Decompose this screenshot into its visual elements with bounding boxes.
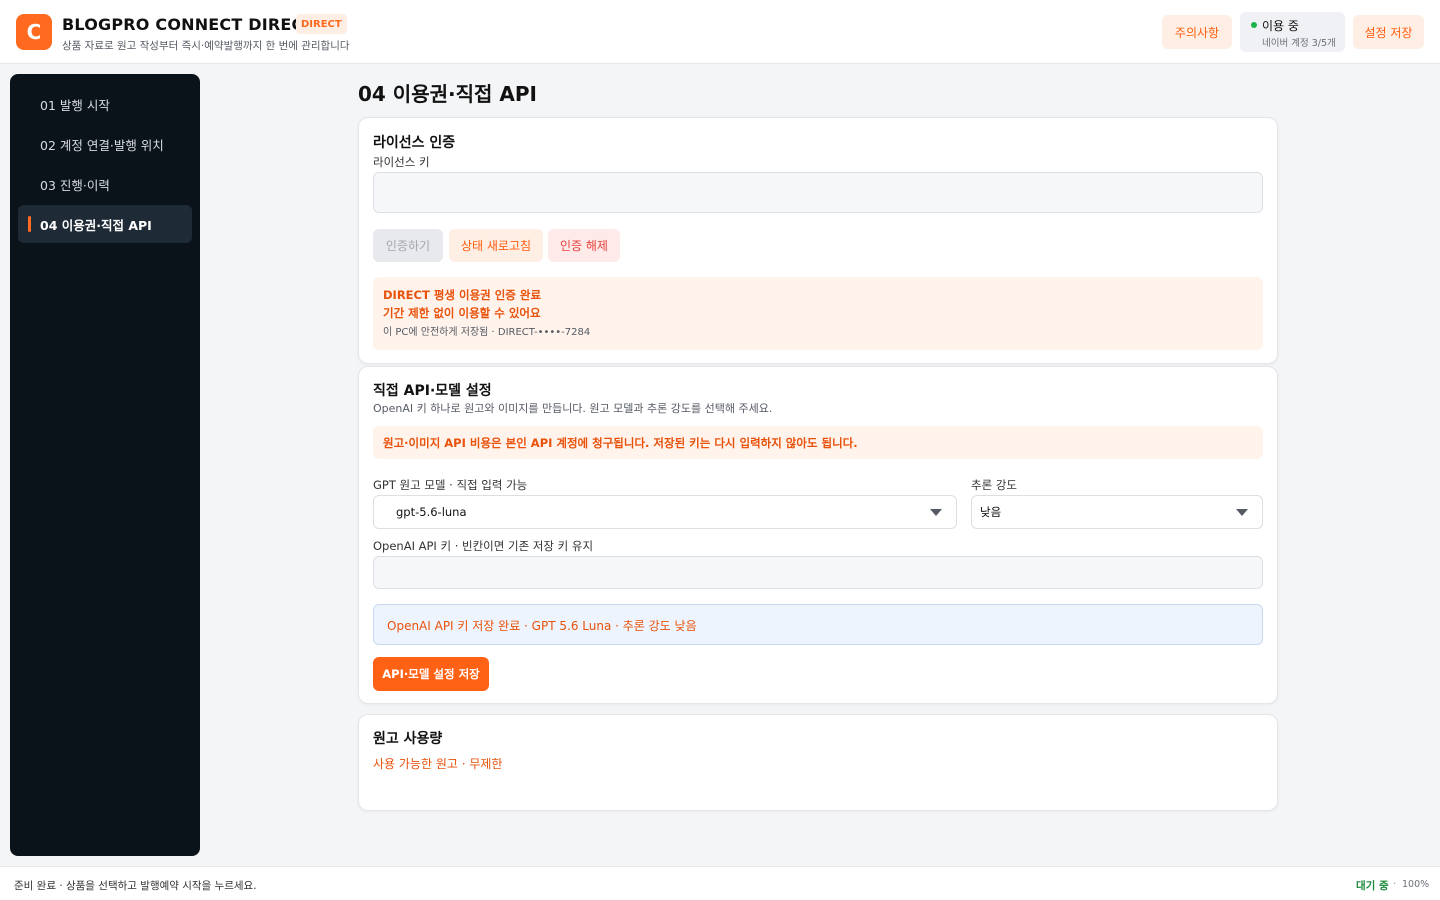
sidebar-item-label: 04 이용권·직접 API [40, 217, 152, 233]
license-card-title: 라이선스 인증 [373, 135, 456, 151]
license-key-input[interactable] [373, 172, 1263, 213]
sidebar-item-label: 02 계정 연결·발행 위치 [40, 137, 164, 153]
edition-badge: DIRECT [296, 14, 347, 34]
release-auth-button[interactable]: 인증 해제 [548, 229, 620, 262]
usage-card: 원고 사용량 사용 가능한 원고 · 무제한 [358, 714, 1278, 811]
license-card: 라이선스 인증 라이선스 키 인증하기 상태 새로고침 인증 해제 DIRECT… [358, 117, 1278, 364]
sidebar-item-publish-start[interactable]: 01 발행 시작 [18, 85, 192, 123]
api-cost-warning: 원고·이미지 API 비용은 본인 API 계정에 청구됩니다. 저장된 키는 … [373, 426, 1263, 459]
status-message: 준비 완료 · 상품을 선택하고 발행예약 시작을 누르세요. [14, 880, 257, 892]
caution-button[interactable]: 주의사항 [1162, 15, 1232, 49]
usage-card-title: 원고 사용량 [373, 731, 443, 747]
authenticate-button[interactable]: 인증하기 [373, 229, 443, 262]
account-count: 네이버 계정 3/5개 [1262, 38, 1336, 49]
sidebar: 01 발행 시작 02 계정 연결·발행 위치 03 진행·이력 04 이용권·… [10, 74, 200, 856]
model-select-value: gpt-5.6-luna [396, 505, 467, 519]
chevron-down-icon [1236, 509, 1248, 516]
model-select[interactable]: gpt-5.6-luna [373, 495, 957, 529]
license-status-notice: DIRECT 평생 이용권 인증 완료 기간 제한 없이 이용할 수 있어요 이… [373, 277, 1263, 350]
account-status-pill[interactable]: 이용 중 네이버 계정 3/5개 [1240, 12, 1345, 52]
sidebar-item-account-connect[interactable]: 02 계정 연결·발행 위치 [18, 125, 192, 163]
openai-key-input[interactable] [373, 556, 1263, 589]
chevron-down-icon [930, 509, 942, 516]
sidebar-item-license-api[interactable]: 04 이용권·직접 API [18, 205, 192, 243]
reasoning-select-value: 낮음 [980, 505, 1002, 519]
usage-remaining: 사용 가능한 원고 · 무제한 [373, 757, 503, 771]
license-status-title: DIRECT 평생 이용권 인증 완료 [383, 288, 542, 302]
status-state: 대기 중 [1356, 880, 1389, 892]
sidebar-item-label: 03 진행·이력 [40, 177, 110, 193]
api-settings-card: 직접 API·모델 설정 OpenAI 키 하나로 원고와 이미지를 만듭니다.… [358, 366, 1278, 704]
page-title: 04 이용권·직접 API [358, 82, 537, 106]
app-subtitle: 상품 자료로 원고 작성부터 즉시·예약발행까지 한 번에 관리합니다 [62, 40, 350, 52]
app-logo: C [16, 14, 52, 50]
status-bar: 준비 완료 · 상품을 선택하고 발행예약 시작을 누르세요. 대기 중 · 1… [0, 866, 1440, 900]
license-status-detail: 기간 제한 없이 이용할 수 있어요 [383, 306, 541, 320]
reasoning-select[interactable]: 낮음 [971, 495, 1263, 529]
status-dot-icon [1251, 22, 1257, 28]
active-indicator [28, 216, 31, 232]
save-settings-button[interactable]: 설정 저장 [1353, 15, 1424, 49]
save-api-settings-button[interactable]: API·모델 설정 저장 [373, 657, 489, 691]
app-header: C BLOGPRO CONNECT DIRECT DIRECT 상품 자료로 원… [0, 0, 1440, 64]
sidebar-item-progress-history[interactable]: 03 진행·이력 [18, 165, 192, 203]
refresh-status-button[interactable]: 상태 새로고침 [449, 229, 543, 262]
api-saved-status-text: OpenAI API 키 저장 완료 · GPT 5.6 Luna · 추론 강… [387, 619, 697, 633]
license-storage-info: 이 PC에 안전하게 저장됨 · DIRECT-••••-7284 [383, 327, 591, 338]
api-cost-warning-text: 원고·이미지 API 비용은 본인 API 계정에 청구됩니다. 저장된 키는 … [383, 436, 858, 450]
api-card-title: 직접 API·모델 설정 [373, 383, 492, 399]
api-saved-status: OpenAI API 키 저장 완료 · GPT 5.6 Luna · 추론 강… [373, 604, 1263, 645]
zoom-level: 100% [1402, 879, 1430, 890]
status-label: 이용 중 [1262, 19, 1299, 33]
status-separator: · [1393, 878, 1397, 890]
app-title: BLOGPRO CONNECT DIRECT [62, 15, 315, 34]
openai-key-label: OpenAI API 키 · 빈칸이면 기존 저장 키 유지 [373, 539, 594, 553]
api-card-description: OpenAI 키 하나로 원고와 이미지를 만듭니다. 원고 모델과 추론 강도… [373, 402, 773, 415]
sidebar-item-label: 01 발행 시작 [40, 97, 110, 113]
license-key-label: 라이선스 키 [373, 155, 430, 169]
model-label: GPT 원고 모델 · 직접 입력 가능 [373, 478, 528, 492]
reasoning-label: 추론 강도 [971, 478, 1017, 492]
